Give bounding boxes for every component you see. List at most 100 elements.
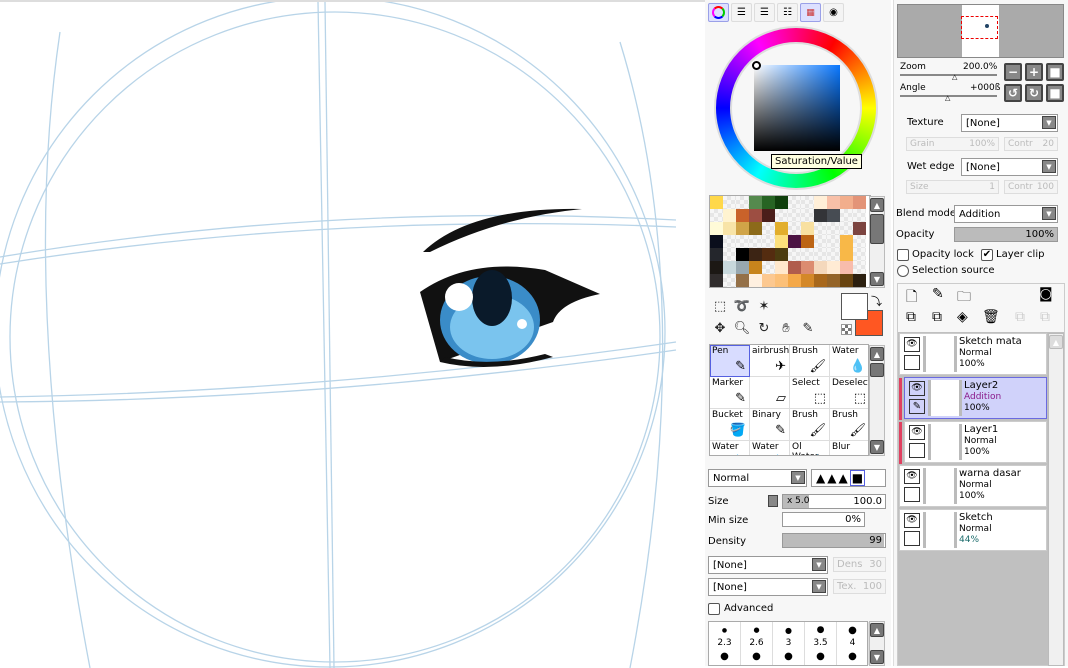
- min-size-slider[interactable]: 0%: [782, 512, 865, 527]
- hand-icon[interactable]: ✋︎: [776, 318, 796, 338]
- color-swatch[interactable]: [827, 209, 840, 222]
- tool-brush[interactable]: Brush 🖌: [830, 409, 868, 441]
- tool-deselect[interactable]: Deselect ⬚: [830, 377, 868, 409]
- color-swatch[interactable]: [723, 196, 736, 209]
- color-swatch[interactable]: [840, 196, 853, 209]
- tool-marker[interactable]: Marker ✎: [710, 377, 750, 409]
- color-swatch[interactable]: [710, 261, 723, 274]
- shape-square-icon[interactable]: ■: [849, 470, 866, 486]
- color-swatch[interactable]: [710, 235, 723, 248]
- rect-select-icon[interactable]: ⬚: [710, 296, 730, 316]
- color-swatch[interactable]: [723, 274, 736, 287]
- scroll-thumb[interactable]: [870, 363, 884, 377]
- color-swatch[interactable]: [840, 222, 853, 235]
- zoom-out-button[interactable]: −: [1004, 63, 1022, 81]
- layer-lock-toggle[interactable]: [904, 531, 920, 546]
- tex-slider[interactable]: Tex. 100: [833, 579, 886, 594]
- size-slider[interactable]: x 5.0 100.0: [782, 494, 886, 509]
- color-swatch[interactable]: [788, 196, 801, 209]
- layer-item[interactable]: 👁︎ Sketch mata Normal 100%: [899, 333, 1047, 375]
- selection-source-radio[interactable]: [897, 265, 909, 277]
- swatch-mode-button[interactable]: ▦: [800, 3, 821, 22]
- color-swatch[interactable]: [788, 235, 801, 248]
- tool-binary[interactable]: Binary ✎: [750, 409, 790, 441]
- wet-edge-select[interactable]: [None] ▼: [961, 158, 1058, 176]
- color-swatch[interactable]: [775, 261, 788, 274]
- brush-size-preset[interactable]: ● 2.3 ●: [709, 622, 741, 665]
- brush-shape-selector[interactable]: ▲ ▲ ▲ ■: [811, 469, 886, 487]
- opacity-slider[interactable]: 100%: [954, 227, 1058, 242]
- color-swatch[interactable]: [749, 248, 762, 261]
- scroll-up-icon[interactable]: ▲: [1049, 335, 1063, 349]
- color-swatch[interactable]: [736, 196, 749, 209]
- color-swatch[interactable]: [840, 209, 853, 222]
- brush-size-preset[interactable]: ● 2.6 ●: [741, 622, 773, 665]
- color-swatch[interactable]: [762, 235, 775, 248]
- blend-mode-select[interactable]: Addition ▼: [954, 205, 1058, 223]
- color-swatch[interactable]: [710, 222, 723, 235]
- opacity-lock-checkbox[interactable]: [897, 249, 909, 261]
- rotate-left-button[interactable]: ↺: [1004, 84, 1022, 102]
- color-swatch[interactable]: [762, 274, 775, 287]
- advanced-checkbox[interactable]: [708, 603, 720, 615]
- tool-water[interactable]: Water 💧: [830, 345, 868, 377]
- color-swatch[interactable]: [801, 209, 814, 222]
- color-swatch[interactable]: [840, 235, 853, 248]
- size-multiplier-dropdown[interactable]: [768, 495, 778, 507]
- brush-size-preset[interactable]: ● 3.5 ●: [805, 622, 837, 665]
- color-swatch[interactable]: [749, 274, 762, 287]
- color-swatch[interactable]: [853, 222, 866, 235]
- color-swatch[interactable]: [775, 196, 788, 209]
- tool-bucket[interactable]: Bucket 🪣: [710, 409, 750, 441]
- color-swatch[interactable]: [749, 209, 762, 222]
- layer-lock-toggle[interactable]: [909, 443, 925, 458]
- color-swatch[interactable]: [853, 261, 866, 274]
- new-folder-icon[interactable]: 🗀: [957, 286, 971, 310]
- magic-wand-icon[interactable]: ✶: [754, 296, 774, 316]
- color-swatch[interactable]: [775, 248, 788, 261]
- scroll-up-icon[interactable]: ▲: [870, 623, 884, 637]
- color-swatch[interactable]: [814, 209, 827, 222]
- intermediate-bar-mode-button[interactable]: ☷: [777, 3, 798, 22]
- color-swatch[interactable]: [814, 274, 827, 287]
- scroll-down-icon[interactable]: ▼: [870, 650, 884, 664]
- dens-slider[interactable]: Dens 30: [833, 557, 886, 572]
- color-swatch[interactable]: [853, 196, 866, 209]
- color-wheel-mode-button[interactable]: [708, 3, 729, 22]
- color-swatch[interactable]: [827, 248, 840, 261]
- color-swatch[interactable]: [788, 248, 801, 261]
- color-swatch[interactable]: [840, 274, 853, 287]
- color-swatch[interactable]: [801, 261, 814, 274]
- shape-medium-icon[interactable]: ▲: [827, 471, 836, 485]
- color-swatch[interactable]: [736, 222, 749, 235]
- merge-down-icon[interactable]: ⧉: [932, 309, 942, 325]
- layer-clip-checkbox[interactable]: ✔: [981, 249, 993, 261]
- color-swatch[interactable]: [853, 235, 866, 248]
- color-swatch[interactable]: [788, 222, 801, 235]
- tool-brush[interactable]: Brush 🖌: [790, 345, 830, 377]
- color-swatch[interactable]: [775, 222, 788, 235]
- new-linework-layer-icon[interactable]: ✎: [932, 286, 944, 302]
- layer-lock-toggle[interactable]: [904, 355, 920, 370]
- zoom-in-button[interactable]: +: [1025, 63, 1043, 81]
- zoom-slider[interactable]: △: [900, 73, 997, 81]
- rotate-icon[interactable]: ↻: [754, 318, 774, 338]
- zoom-icon[interactable]: 🔍︎: [732, 318, 752, 338]
- wet-size-slider[interactable]: Size 1: [906, 180, 999, 194]
- hsv-slider-mode-button[interactable]: ☰: [754, 3, 775, 22]
- scroll-up-icon[interactable]: ▲: [870, 347, 884, 361]
- saturation-value-square[interactable]: [754, 65, 840, 151]
- shape-hard-icon[interactable]: ▲: [838, 471, 847, 485]
- color-swatch[interactable]: [775, 274, 788, 287]
- density-slider[interactable]: 99: [782, 533, 886, 548]
- tool-water[interactable]: Water 💧: [750, 441, 790, 455]
- color-swatch[interactable]: [788, 274, 801, 287]
- grain-slider[interactable]: Grain 100%: [906, 137, 999, 151]
- contrast-slider[interactable]: Contr 20: [1004, 137, 1058, 151]
- eye-icon[interactable]: 👁︎: [909, 425, 925, 440]
- color-swatch[interactable]: [827, 196, 840, 209]
- eye-icon[interactable]: 👁︎: [904, 469, 920, 484]
- clear-layer-icon[interactable]: ◈: [957, 309, 968, 325]
- color-swatch[interactable]: [840, 248, 853, 261]
- tool-blur[interactable]: Blur 🖌: [830, 441, 868, 455]
